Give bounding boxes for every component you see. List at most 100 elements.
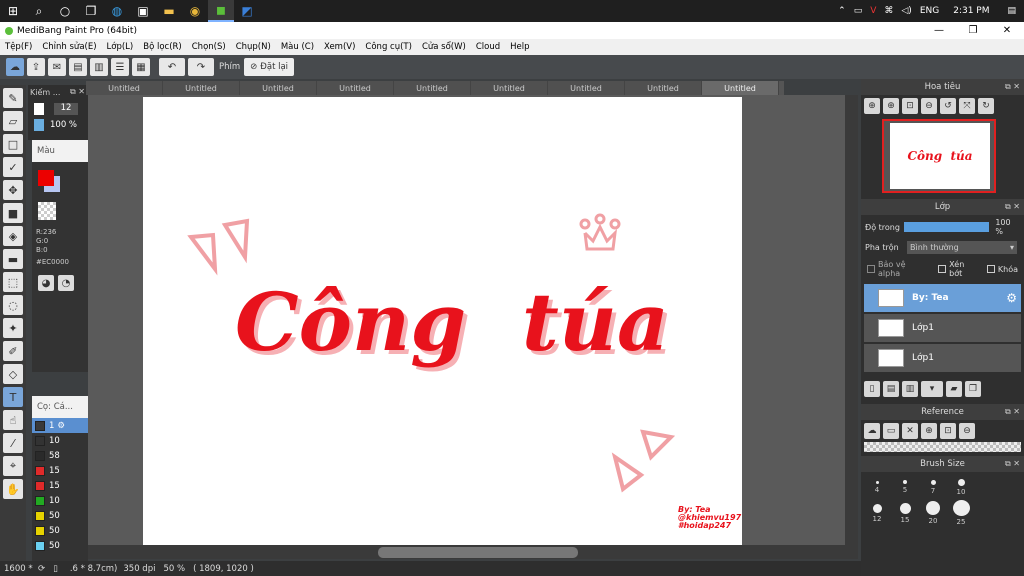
fit-reference-icon[interactable]: ⊡: [940, 423, 956, 439]
tab-untitled-active[interactable]: Untitled: [702, 81, 779, 95]
palette-icon[interactable]: ◕: [38, 275, 54, 291]
chrome-icon[interactable]: ◉: [182, 0, 208, 22]
rotate-right-icon[interactable]: ↻: [978, 98, 994, 114]
close-reference-icon[interactable]: ✕: [902, 423, 918, 439]
brush-list-item[interactable]: 10: [32, 433, 88, 448]
menu-tools[interactable]: Công cụ(T): [360, 42, 417, 52]
new-layer-icon[interactable]: ▯: [864, 381, 880, 397]
edge-icon[interactable]: ◍: [104, 0, 130, 22]
layer-opacity-slider[interactable]: [903, 222, 990, 232]
tab-untitled[interactable]: Untitled: [163, 81, 240, 95]
minimize-button[interactable]: —: [922, 22, 956, 39]
menu-snap[interactable]: Chụp(N): [231, 42, 276, 52]
zoom-in-reference-icon[interactable]: ⊕: [921, 423, 937, 439]
brush-size-option[interactable]: 7: [919, 474, 947, 500]
eyedropper-tool-icon[interactable]: ⌖: [3, 456, 23, 476]
list-icon[interactable]: ☰: [111, 58, 129, 76]
volume-icon[interactable]: ◁): [901, 6, 911, 16]
brush-size-option[interactable]: 4: [863, 474, 891, 500]
document-icon[interactable]: ▥: [90, 58, 108, 76]
brush-list-item[interactable]: 50: [32, 538, 88, 553]
tab-untitled[interactable]: Untitled: [86, 81, 163, 95]
new-halftone-layer-icon[interactable]: ▤: [883, 381, 899, 397]
vpn-icon[interactable]: V: [870, 6, 876, 16]
hex-value[interactable]: #EC0000: [36, 258, 88, 267]
hand-tool-icon[interactable]: ✋: [3, 479, 23, 499]
select-rect-tool-icon[interactable]: ⬚: [3, 272, 23, 292]
move-tool-icon[interactable]: ✥: [3, 180, 23, 200]
brush-list-item[interactable]: 10: [32, 493, 88, 508]
folder-icon[interactable]: ▰: [946, 381, 962, 397]
store-icon[interactable]: ▣: [130, 0, 156, 22]
open-folder-icon[interactable]: ▭: [883, 423, 899, 439]
brush-size-option[interactable]: 15: [891, 500, 919, 526]
brush-list-item[interactable]: 58: [32, 448, 88, 463]
medibang-icon[interactable]: ◼: [208, 0, 234, 22]
share-icon[interactable]: ⇪: [27, 58, 45, 76]
paint-icon[interactable]: ◩: [234, 0, 260, 22]
brush-list-item[interactable]: 15: [32, 478, 88, 493]
clip-checkbox[interactable]: [938, 265, 947, 273]
rotate-icon[interactable]: ⟳: [38, 564, 45, 574]
language-indicator[interactable]: ENG: [920, 6, 939, 16]
gradient-tool-icon[interactable]: ▬: [3, 249, 23, 269]
tab-untitled[interactable]: Untitled: [317, 81, 394, 95]
select-pen-tool-icon[interactable]: ✐: [3, 341, 23, 361]
brush-size-option[interactable]: 5: [891, 474, 919, 500]
zoom-out-icon[interactable]: ⊖: [921, 98, 937, 114]
menu-window[interactable]: Cửa sổ(W): [417, 42, 471, 52]
menu-file[interactable]: Tệp(F): [0, 42, 37, 52]
layer-item-lop1[interactable]: Lớp1: [864, 344, 1021, 372]
brush-size-option[interactable]: 10: [947, 474, 975, 500]
brush-list-item[interactable]: 50: [32, 508, 88, 523]
page-icon[interactable]: ▯: [53, 564, 58, 574]
menu-edit[interactable]: Chỉnh sửa(E): [37, 42, 101, 52]
magic-wand-tool-icon[interactable]: ✦: [3, 318, 23, 338]
menu-cloud[interactable]: Cloud: [471, 42, 505, 52]
text-tool-icon[interactable]: T: [3, 387, 23, 407]
duplicate-layer-icon[interactable]: ❐: [965, 381, 981, 397]
close-button[interactable]: ✕: [990, 22, 1024, 39]
brush-size-option[interactable]: 25: [947, 500, 975, 526]
dot-tool-icon[interactable]: ✓: [3, 157, 23, 177]
tab-untitled[interactable]: Untitled: [240, 81, 317, 95]
divide-tool-icon[interactable]: ⁄: [3, 433, 23, 453]
horizontal-scroll-thumb[interactable]: [378, 547, 578, 558]
fit-window-icon[interactable]: ⊡: [902, 98, 918, 114]
select-eraser-tool-icon[interactable]: ◇: [3, 364, 23, 384]
tab-untitled[interactable]: Untitled: [625, 81, 702, 95]
cortana-icon[interactable]: ○: [52, 0, 78, 22]
brush-list-item[interactable]: 15: [32, 463, 88, 478]
brush-size-field[interactable]: 12: [54, 103, 78, 115]
zoom-fit-icon[interactable]: ⊕: [883, 98, 899, 114]
eraser-tool-icon[interactable]: ▱: [3, 111, 23, 131]
zoom-in-icon[interactable]: ⊕: [864, 98, 880, 114]
menu-select[interactable]: Chọn(S): [187, 42, 231, 52]
color-swatches[interactable]: [32, 168, 88, 198]
chat-icon[interactable]: ▤: [69, 58, 87, 76]
rotate-left-icon[interactable]: ↺: [940, 98, 956, 114]
brush-tool-icon[interactable]: ✎: [3, 88, 23, 108]
menu-view[interactable]: Xem(V): [319, 42, 360, 52]
tab-untitled[interactable]: Untitled: [471, 81, 548, 95]
redo-icon[interactable]: ↷: [188, 58, 214, 76]
clock[interactable]: 2:31 PM: [953, 6, 989, 16]
menu-filter[interactable]: Bộ lọc(R): [138, 42, 187, 52]
shape-tool-icon[interactable]: □: [3, 134, 23, 154]
reset-button[interactable]: ⊘ Đặt lại: [244, 58, 295, 76]
brush-list-item[interactable]: 1 ⚙: [32, 418, 88, 433]
gear-icon[interactable]: ⚙: [57, 421, 65, 431]
protect-alpha-checkbox[interactable]: [867, 265, 875, 273]
blend-mode-select[interactable]: Bình thường ▾: [907, 241, 1017, 254]
undo-icon[interactable]: ↶: [159, 58, 185, 76]
cloud-icon[interactable]: ☁: [6, 58, 24, 76]
zoom-out-reference-icon[interactable]: ⊖: [959, 423, 975, 439]
navigator-preview[interactable]: Công túa: [882, 119, 996, 193]
brush-size-option[interactable]: 20: [919, 500, 947, 526]
menu-help[interactable]: Help: [505, 42, 534, 52]
explorer-icon[interactable]: ▬: [156, 0, 182, 22]
flip-icon[interactable]: ⤧: [959, 98, 975, 114]
transparent-color-icon[interactable]: [38, 202, 56, 220]
tab-untitled[interactable]: Untitled: [548, 81, 625, 95]
layer-options-icon[interactable]: ▾: [921, 381, 943, 397]
